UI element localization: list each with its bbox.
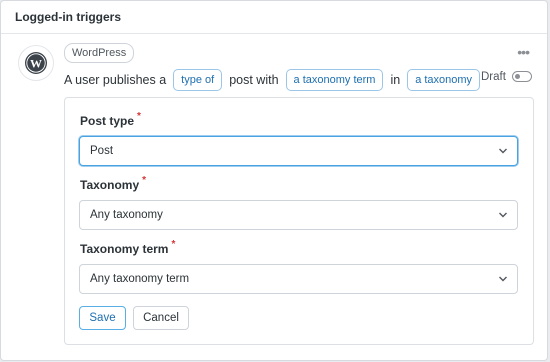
required-mark: * bbox=[137, 111, 141, 122]
required-mark: * bbox=[142, 175, 147, 186]
type-of-token[interactable]: type of bbox=[173, 69, 223, 91]
triggers-panel: Logged-in triggers W WordPress ••• A use… bbox=[0, 0, 548, 361]
more-options-icon[interactable]: ••• bbox=[517, 44, 530, 60]
sentence-text: A user publishes a bbox=[64, 73, 167, 87]
draft-toggle[interactable] bbox=[512, 71, 532, 82]
taxonomy-label: Taxonomy * bbox=[80, 175, 147, 192]
chevron-down-icon bbox=[499, 148, 507, 154]
trigger-options-form: Post type * Post Taxonomy * Any taxonomy T… bbox=[64, 97, 534, 345]
taxonomy-term-label: Taxonomy term * bbox=[80, 239, 176, 256]
chevron-down-icon bbox=[499, 212, 507, 218]
panel-title: Logged-in triggers bbox=[1, 1, 547, 34]
taxonomy-term-token[interactable]: a taxonomy term bbox=[285, 69, 384, 91]
required-mark: * bbox=[171, 239, 176, 250]
save-button[interactable]: Save bbox=[79, 306, 126, 330]
post-type-select[interactable]: Post bbox=[79, 136, 518, 166]
chevron-down-icon bbox=[499, 276, 507, 282]
taxonomy-value: Any taxonomy bbox=[90, 209, 163, 221]
trigger-sentence: A user publishes a type of post with a t… bbox=[64, 69, 487, 91]
post-type-value: Post bbox=[90, 145, 114, 157]
taxonomy-term-value: Any taxonomy term bbox=[90, 273, 190, 285]
taxonomy-term-select[interactable]: Any taxonomy term bbox=[79, 264, 518, 294]
taxonomy-select[interactable]: Any taxonomy bbox=[79, 200, 518, 230]
wordpress-icon: W bbox=[18, 45, 54, 81]
svg-text:W: W bbox=[30, 56, 42, 70]
taxonomy-token[interactable]: a taxonomy bbox=[407, 69, 481, 91]
integration-badge: WordPress bbox=[64, 43, 135, 63]
sentence-text: post with bbox=[229, 73, 279, 87]
toggle-knob bbox=[515, 73, 520, 79]
sentence-text: in bbox=[390, 73, 401, 87]
post-type-label: Post type * bbox=[80, 111, 141, 128]
status-label: Draft bbox=[481, 71, 506, 83]
cancel-button[interactable]: Cancel bbox=[133, 306, 189, 330]
